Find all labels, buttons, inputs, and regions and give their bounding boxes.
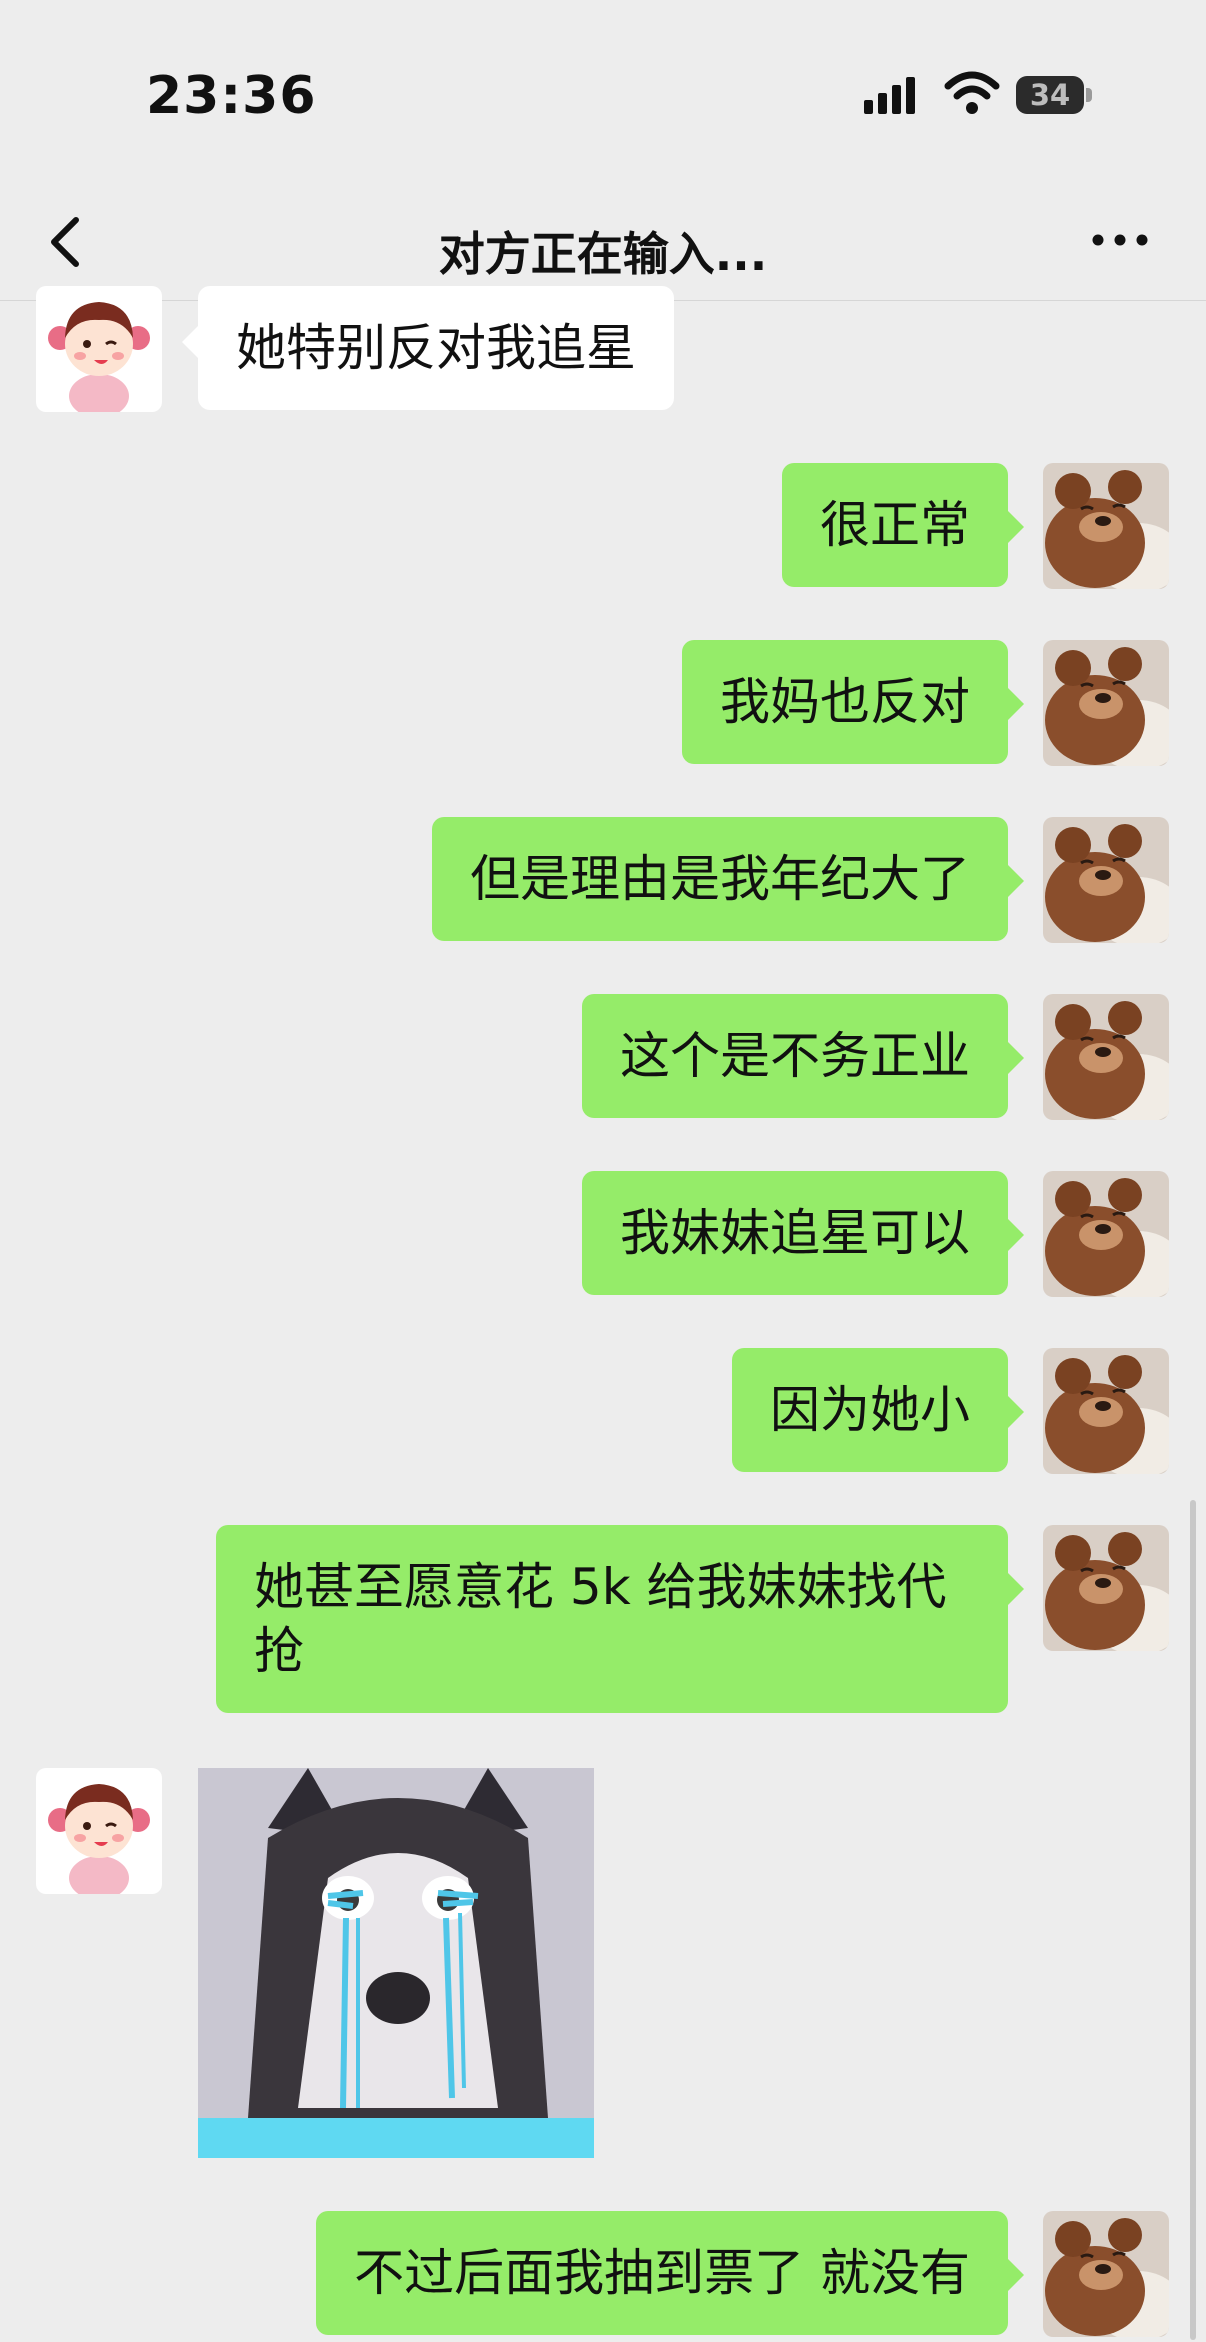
message-bubble-outgoing[interactable]: 但是理由是我年纪大了 (432, 817, 1024, 941)
message-bubble-outgoing[interactable]: 她甚至愿意花 5k 给我妹妹找代抢 (216, 1525, 1024, 1713)
self-avatar[interactable] (1043, 994, 1169, 1120)
message-bubble-outgoing[interactable]: 我妈也反对 (682, 640, 1024, 764)
message-bubble-outgoing[interactable]: 很正常 (782, 463, 1024, 587)
cellular-signal-icon (864, 77, 915, 114)
message-bubble-incoming[interactable]: 她特别反对我追星 (182, 286, 674, 410)
sticker-image[interactable] (198, 1768, 594, 2158)
message-bubble-outgoing[interactable]: 这个是不务正业 (582, 994, 1024, 1118)
self-avatar[interactable] (1043, 817, 1169, 943)
battery-icon: 34 (1016, 76, 1092, 116)
wifi-icon (944, 71, 1000, 114)
message-bubble-outgoing[interactable]: 因为她小 (732, 1348, 1024, 1472)
status-bar: 23:36 34 (0, 0, 1206, 190)
scrollbar[interactable] (1190, 1500, 1196, 2340)
self-avatar[interactable] (1043, 1525, 1169, 1651)
chat-header: 对方正在输入... (0, 190, 1206, 301)
self-avatar[interactable] (1043, 463, 1169, 589)
message-bubble-outgoing[interactable]: 我妹妹追星可以 (582, 1171, 1024, 1295)
battery-level: 34 (1029, 78, 1071, 112)
contact-avatar[interactable] (36, 1768, 162, 1894)
contact-avatar[interactable] (36, 286, 162, 412)
self-avatar[interactable] (1043, 640, 1169, 766)
self-avatar[interactable] (1043, 1348, 1169, 1474)
more-icon[interactable] (1090, 228, 1150, 252)
message-bubble-outgoing[interactable]: 不过后面我抽到票了 就没有 (316, 2211, 1024, 2335)
self-avatar[interactable] (1043, 2211, 1169, 2337)
status-time: 23:36 (146, 66, 317, 126)
self-avatar[interactable] (1043, 1171, 1169, 1297)
chat-title: 对方正在输入... (438, 227, 768, 281)
